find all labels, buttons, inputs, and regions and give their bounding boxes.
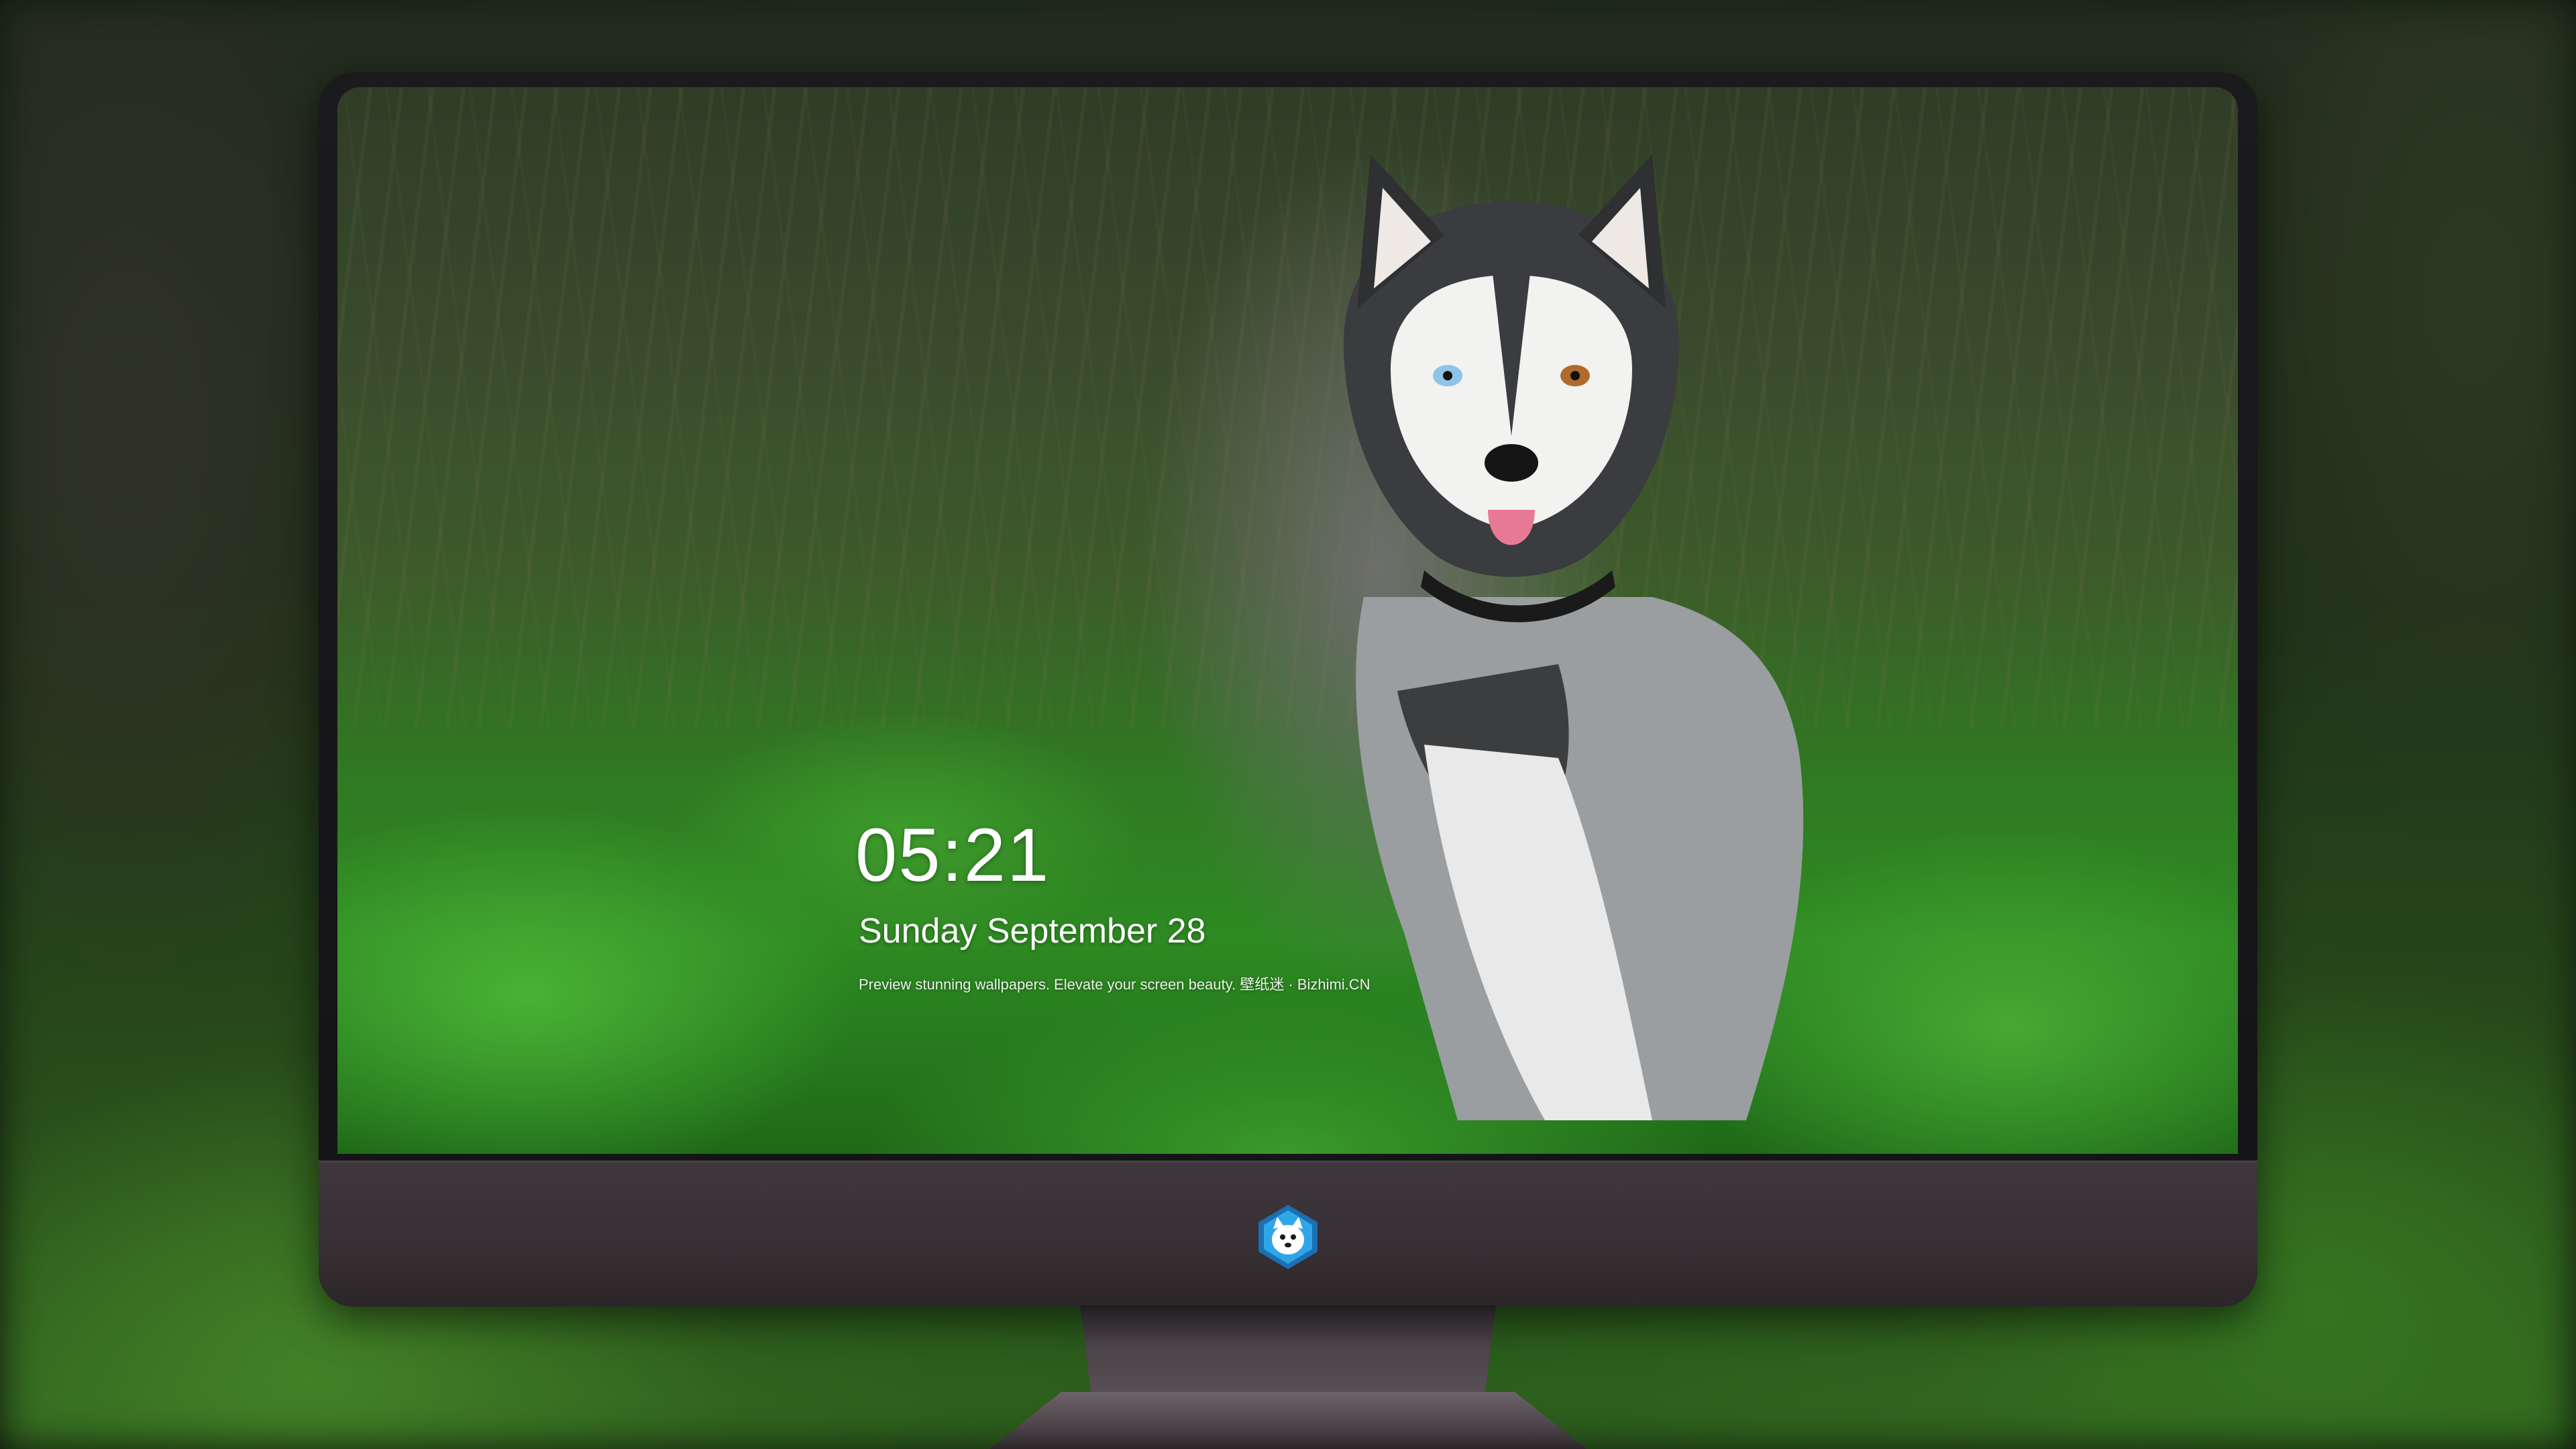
desktop-screen: 05:21 Sunday September 28 Preview stunni… xyxy=(337,87,2238,1154)
lockscreen-tagline: Preview stunning wallpapers. Elevate you… xyxy=(859,976,1371,993)
monitor-stand-base xyxy=(989,1392,1587,1449)
monitor-stand-neck xyxy=(1080,1305,1496,1406)
bizhimi-husky-logo-icon xyxy=(1258,1205,1318,1269)
lockscreen-time: 05:21 xyxy=(855,813,1051,897)
lockscreen-date: Sunday September 28 xyxy=(859,912,1206,951)
